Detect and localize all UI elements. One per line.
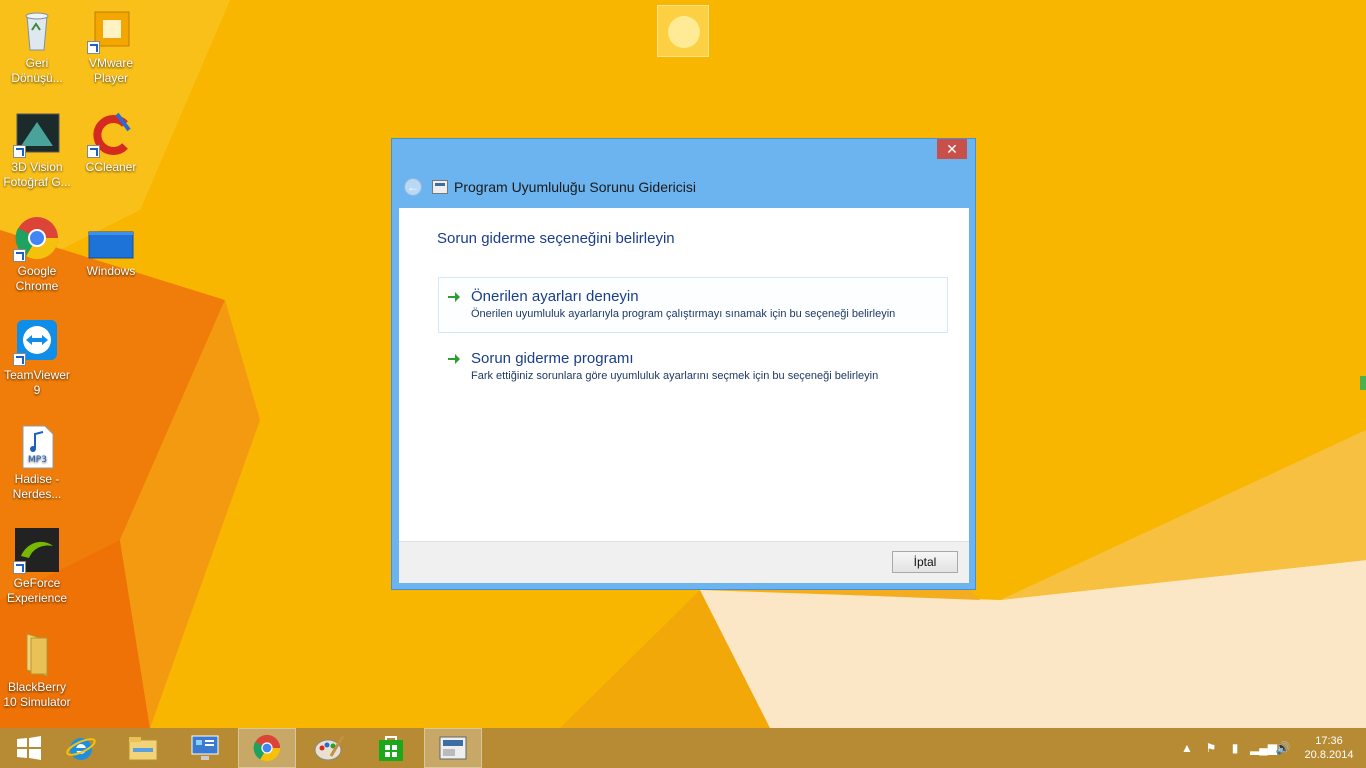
desktop-icon-label: GeForce Experience: [6, 576, 68, 605]
taskbar-control-panel[interactable]: [176, 728, 234, 768]
desktop-icon-label: Windows: [86, 264, 136, 278]
dialog-content: Sorun giderme seçeneğini belirleyin Öner…: [399, 208, 969, 583]
show-hidden-icons-icon[interactable]: ▲: [1178, 741, 1196, 755]
desktop-icon-label: Hadise - Nerdes...: [12, 472, 62, 501]
desktop-icon-label: CCleaner: [85, 160, 137, 174]
folder-icon: [13, 630, 61, 678]
close-button[interactable]: ✕: [937, 139, 967, 159]
option-description: Önerilen uyumluluk ayarlarıyla program ç…: [471, 308, 896, 320]
chrome-icon: [13, 214, 61, 262]
back-arrow-icon[interactable]: ←: [404, 178, 422, 196]
window-title: Program Uyumluluğu Sorunu Gidericisi: [454, 179, 696, 195]
desktop-icon-blackberry[interactable]: BlackBerry 10 Simulator: [0, 630, 74, 710]
geforce-experience-icon: [13, 526, 61, 574]
desktop-icon-mp3[interactable]: MP3 Hadise - Nerdes...: [0, 422, 74, 502]
desktop-icon-vmware[interactable]: VMware Player: [74, 6, 148, 86]
clock[interactable]: 17:36 20.8.2014: [1298, 734, 1360, 762]
clock-time: 17:36: [1315, 735, 1343, 747]
recycle-bin-icon: [13, 6, 61, 54]
taskbar-file-explorer[interactable]: [114, 728, 172, 768]
desktop-icon-recycle-bin[interactable]: Geri Dönüşü...: [0, 6, 74, 86]
battery-icon[interactable]: ▮: [1226, 741, 1244, 755]
option-title: Önerilen ayarları deneyin: [471, 288, 639, 305]
network-signal-icon[interactable]: ▂▄▆: [1250, 741, 1277, 755]
volume-icon[interactable]: 🔊: [1274, 741, 1292, 755]
internet-explorer-icon: [66, 738, 96, 760]
green-arrow-icon: [448, 292, 460, 302]
ccleaner-icon: [87, 110, 135, 158]
teamviewer-icon: [13, 318, 61, 366]
troubleshooter-icon: [439, 736, 467, 760]
chrome-icon: [253, 734, 281, 762]
taskbar-troubleshooter[interactable]: [424, 728, 482, 768]
troubleshooter-window: ✕ ← Program Uyumluluğu Sorunu Gidericisi…: [391, 138, 976, 590]
desktop-icon-label: Geri Dönüşü...: [11, 56, 63, 85]
desktop-icon-label: BlackBerry 10 Simulator: [3, 680, 71, 709]
taskbar: ▲ ⚑ ▮ ▂▄▆ 🔊 17:36 20.8.2014: [0, 728, 1366, 768]
vmware-icon: [87, 6, 135, 54]
taskbar-internet-explorer[interactable]: [52, 728, 110, 768]
clock-date: 20.8.2014: [1304, 749, 1354, 761]
control-panel-icon: [191, 735, 219, 760]
option-recommended-settings[interactable]: Önerilen ayarları deneyin Önerilen uyuml…: [438, 277, 948, 333]
taskbar-chrome[interactable]: [238, 728, 296, 768]
mp3-file-icon: MP3: [13, 422, 61, 470]
desktop-icon-3d-vision[interactable]: 3D Vision Fotoğraf G...: [0, 110, 74, 190]
desktop-icon-windows[interactable]: Windows: [74, 214, 148, 279]
start-screen-hint: [657, 5, 709, 57]
window-title-row: ← Program Uyumluluğu Sorunu Gidericisi: [404, 177, 696, 197]
desktop-icon-label: Google Chrome: [15, 264, 59, 293]
desktop-icon-geforce[interactable]: GeForce Experience: [0, 526, 74, 606]
green-arrow-icon: [448, 354, 460, 364]
windows-start-icon: [17, 736, 41, 760]
desktop-icon-chrome[interactable]: Google Chrome: [0, 214, 74, 294]
page-heading: Sorun giderme seçeneğini belirleyin: [437, 230, 675, 247]
desktop-icon-ccleaner[interactable]: CCleaner: [74, 110, 148, 175]
option-troubleshoot-program[interactable]: Sorun giderme programı Fark ettiğiniz so…: [438, 339, 948, 395]
start-button[interactable]: [0, 728, 58, 768]
3d-vision-photo-icon: [13, 110, 61, 158]
desktop-icon-label: 3D Vision Fotoğraf G...: [3, 160, 71, 189]
desktop-icon-teamviewer[interactable]: TeamViewer 9: [0, 318, 74, 398]
system-tray: ▲ ⚑ ▮ ▂▄▆ 🔊 17:36 20.8.2014: [1178, 728, 1366, 768]
action-center-flag-icon[interactable]: ⚑: [1202, 741, 1220, 755]
option-description: Fark ettiğiniz sorunlara göre uyumluluk …: [471, 370, 879, 382]
taskbar-store[interactable]: [362, 728, 420, 768]
file-explorer-icon: [128, 737, 158, 761]
option-title: Sorun giderme programı: [471, 350, 634, 367]
svg-text:MP3: MP3: [28, 455, 47, 465]
taskbar-paint[interactable]: [300, 728, 358, 768]
paint-icon: [314, 735, 345, 761]
store-icon: [379, 736, 403, 761]
windows-screenshot-icon: [87, 214, 135, 262]
dialog-footer: İptal: [399, 541, 969, 583]
cancel-button[interactable]: İptal: [892, 551, 958, 573]
charms-edge-tab[interactable]: [1360, 376, 1366, 390]
desktop-icon-label: VMware Player: [88, 56, 133, 85]
troubleshooter-app-icon: [432, 180, 448, 194]
desktop-icon-label: TeamViewer 9: [4, 368, 70, 397]
